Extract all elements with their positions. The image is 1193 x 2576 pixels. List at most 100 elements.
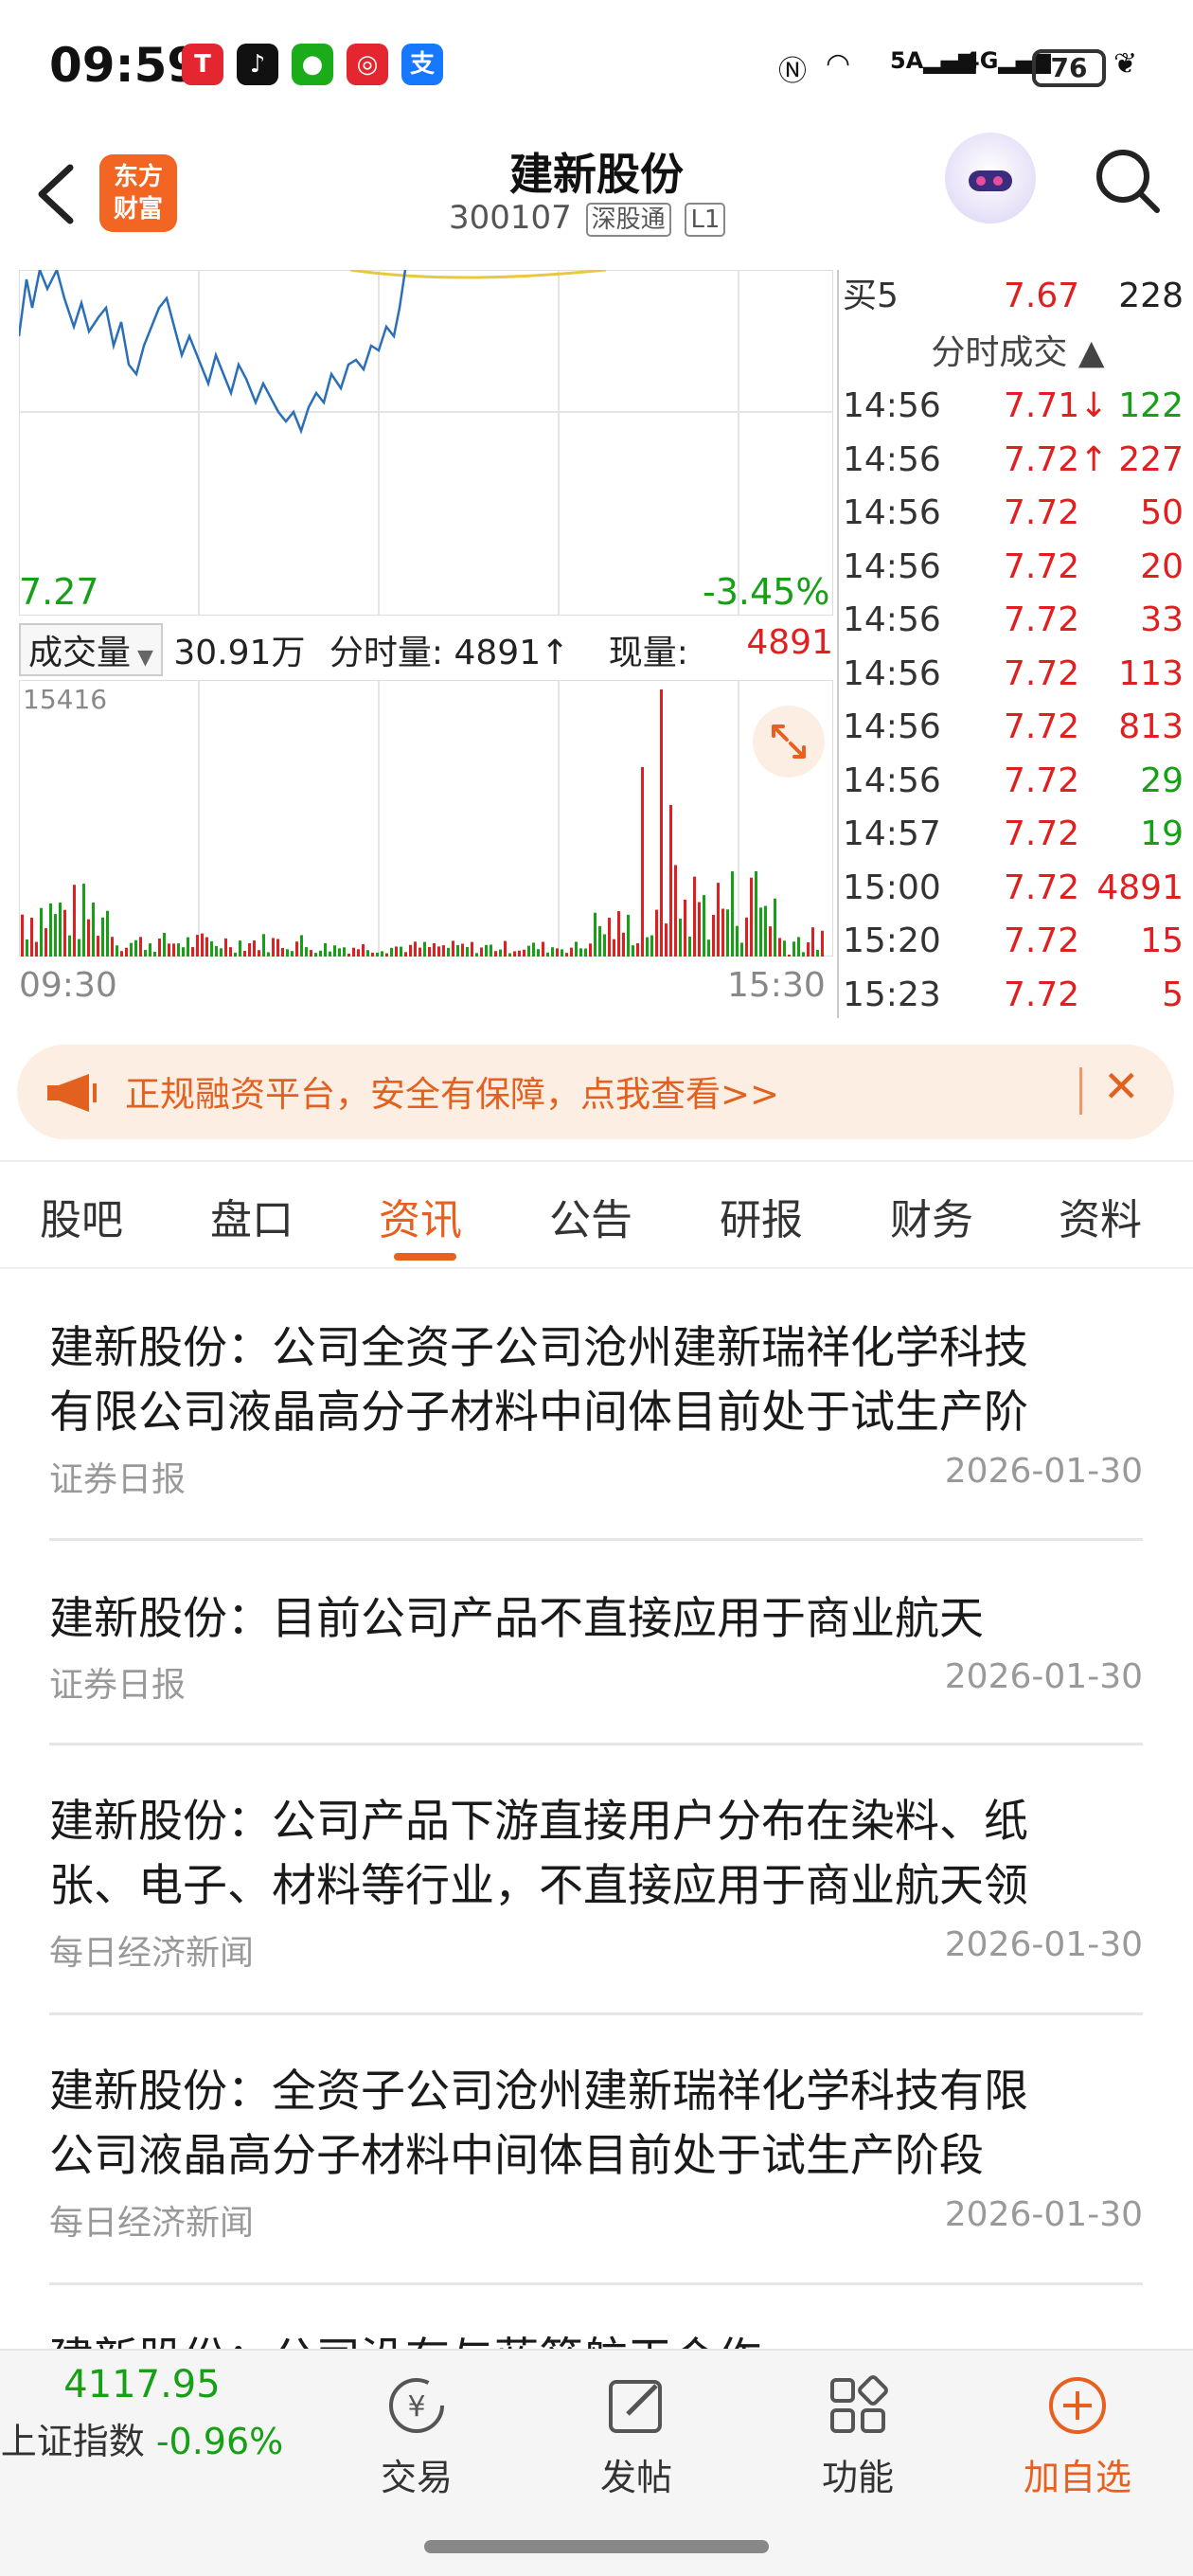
battery-icon: 76 xyxy=(1032,49,1106,87)
trade-qty: 20 xyxy=(1140,546,1184,586)
trade-qty: 29 xyxy=(1140,760,1184,800)
expand-chart-button[interactable] xyxy=(753,706,825,778)
volume-bar xyxy=(258,950,260,957)
trade-time: 15:20 xyxy=(843,921,941,960)
tab-profile[interactable]: 资料 xyxy=(1059,1186,1142,1246)
time-start-label: 09:30 xyxy=(19,966,117,1005)
volume-bar xyxy=(130,942,133,957)
ai-assistant-avatar[interactable] xyxy=(945,133,1036,224)
volume-bar xyxy=(73,885,76,957)
news-divider xyxy=(49,2282,1143,2285)
volume-indicator-select[interactable]: 成交量 ▼ xyxy=(19,623,163,676)
volume-bar xyxy=(153,951,156,957)
volume-bar xyxy=(59,902,62,957)
caret-down-icon: ▼ xyxy=(131,646,153,670)
nav-functions-label: 功能 xyxy=(821,2457,894,2498)
volume-bar xyxy=(508,953,511,957)
home-indicator[interactable] xyxy=(424,2540,769,2553)
search-icon xyxy=(1096,150,1160,213)
volume-bar xyxy=(551,947,554,957)
tab-finance[interactable]: 财务 xyxy=(890,1186,973,1246)
trade-qty: 4891 xyxy=(1096,868,1184,907)
volume-bar xyxy=(40,907,43,957)
volume-bar xyxy=(224,938,227,957)
tab-guba[interactable]: 股吧 xyxy=(40,1186,123,1246)
current-volume-value: 4891 xyxy=(746,623,833,662)
volume-bar xyxy=(821,930,824,957)
index-ticker[interactable]: 4117.95 上证指数 -0.96% xyxy=(0,2363,284,2464)
nav-post[interactable]: 发帖 xyxy=(570,2372,703,2500)
volume-info-row: 成交量 ▼ 30.91万 分时量: 4891↑ 现量: 4891 xyxy=(19,623,833,676)
volume-bar xyxy=(409,944,412,957)
news-item[interactable]: 建新股份：目前公司产品不直接应用于商业航天 证券日报 2026-01-30 xyxy=(49,1587,1143,1710)
volume-bar xyxy=(537,949,540,957)
news-item[interactable]: 建新股份：全资子公司沧州建新瑞祥化学科技有限 公司液晶高分子材料中间体目前处于试… xyxy=(49,2060,1143,2249)
news-item[interactable]: 建新股份：公司产品下游直接用户分布在染料、纸 张、电子、材料等行业，不直接应用于… xyxy=(49,1790,1143,1979)
search-button[interactable] xyxy=(1089,142,1165,218)
trade-row: 14:56 7.72 29 xyxy=(843,755,1193,808)
volume-bar xyxy=(811,927,814,957)
nav-functions[interactable]: 功能 xyxy=(792,2372,924,2500)
volume-bar xyxy=(778,938,781,957)
news-headline-line1: 建新股份：公司全资子公司沧州建新瑞祥化学科技 xyxy=(49,1322,1028,1374)
volume-bar xyxy=(101,917,104,957)
volume-bar xyxy=(172,943,175,957)
volume-bar xyxy=(603,934,606,957)
volume-bar xyxy=(54,914,57,957)
volume-bar xyxy=(310,950,312,957)
volume-bar xyxy=(78,939,80,957)
volume-bar xyxy=(314,953,317,957)
volume-bar xyxy=(755,871,757,957)
news-item[interactable]: 建新股份：公司全资子公司沧州建新瑞祥化学科技 有限公司液晶高分子材料中间体目前处… xyxy=(49,1316,1143,1506)
chevron-left-icon xyxy=(38,164,74,224)
trade-row: 14:56 7.72 113 xyxy=(843,648,1193,701)
volume-bar xyxy=(30,917,33,957)
volume-bar xyxy=(480,947,483,957)
back-button[interactable] xyxy=(28,156,85,232)
nav-add-watchlist[interactable]: 加自选 xyxy=(1011,2372,1144,2500)
news-source: 证券日报 xyxy=(49,1460,187,1499)
volume-bar xyxy=(669,805,672,957)
volume-bar xyxy=(215,945,218,957)
volume-bar xyxy=(740,942,743,957)
volume-bar xyxy=(726,909,729,957)
banner-divider xyxy=(1079,1067,1082,1115)
volume-bar xyxy=(707,939,710,957)
level1-tag: L1 xyxy=(685,202,726,237)
tab-announcements[interactable]: 公告 xyxy=(549,1186,632,1246)
nfc-icon: Ⓝ xyxy=(778,55,807,88)
volume-bar xyxy=(456,944,459,957)
low-pct-label: -3.45% xyxy=(703,571,830,613)
chart-divider xyxy=(837,270,839,1018)
volume-bar xyxy=(210,940,213,957)
volume-bar xyxy=(390,947,393,957)
volume-bar xyxy=(802,952,805,957)
volume-bar xyxy=(608,918,611,957)
volume-bar xyxy=(579,948,582,957)
volume-bar xyxy=(324,942,327,957)
trade-qty: 33 xyxy=(1140,600,1184,639)
trade-qty: 113 xyxy=(1118,653,1184,693)
edit-icon xyxy=(609,2380,662,2433)
nav-trade[interactable]: ¥ 交易 xyxy=(350,2372,483,2500)
trade-price: 7.72 xyxy=(1004,868,1080,907)
tab-news[interactable]: 资讯 xyxy=(379,1186,462,1246)
volume-bar xyxy=(423,941,426,957)
trade-row: 14:56 7.72↑ 227 xyxy=(843,434,1193,487)
tab-research[interactable]: 研报 xyxy=(720,1186,803,1246)
tick-trades-header[interactable]: 分时成交 ▲ xyxy=(843,327,1193,380)
close-icon[interactable]: ✕ xyxy=(1103,1061,1140,1112)
volume-bar xyxy=(494,951,497,957)
trade-price: 7.72 xyxy=(1004,975,1080,1014)
trade-price: 7.72 xyxy=(1004,707,1080,746)
volume-bar xyxy=(665,923,668,957)
volume-bar xyxy=(343,947,346,957)
banner-text[interactable]: 正规融资平台，安全有保障，点我查看>> xyxy=(125,1065,779,1117)
tab-pankou[interactable]: 盘口 xyxy=(210,1186,294,1246)
grid-icon xyxy=(830,2375,888,2433)
nav-post-label: 发帖 xyxy=(599,2457,672,2498)
volume-bar xyxy=(698,902,701,957)
trade-price: 7.72 xyxy=(1004,653,1080,693)
wifi-icon: ◠ xyxy=(826,47,851,80)
volume-bar xyxy=(759,907,762,957)
